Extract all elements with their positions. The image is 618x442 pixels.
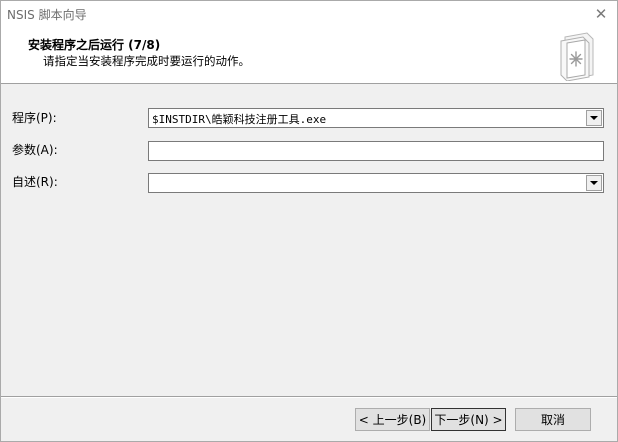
- chevron-down-icon[interactable]: [586, 110, 602, 126]
- program-label: 程序(P):: [12, 111, 57, 125]
- close-icon[interactable]: ✕: [591, 4, 611, 24]
- params-label: 参数(A):: [12, 143, 58, 157]
- window-title: NSIS 脚本向导: [7, 8, 87, 22]
- next-button[interactable]: 下一步(N) >: [431, 408, 506, 431]
- description-combobox[interactable]: [148, 173, 604, 193]
- program-combobox[interactable]: $INSTDIR\皓颖科技注册工具.exe: [148, 108, 604, 128]
- chevron-down-icon[interactable]: [586, 175, 602, 191]
- program-value: $INSTDIR\皓颖科技注册工具.exe: [152, 113, 327, 126]
- description-label: 自述(R):: [12, 175, 58, 189]
- document-stack-icon: [560, 32, 594, 81]
- footer-divider: [1, 396, 617, 398]
- title-bar[interactable]: NSIS 脚本向导 ✕: [1, 1, 617, 27]
- params-input[interactable]: [148, 141, 604, 161]
- wizard-header: 安装程序之后运行 (7/8) 请指定当安装程序完成时要运行的动作。: [1, 27, 617, 84]
- page-title: 安装程序之后运行 (7/8): [28, 38, 161, 52]
- cancel-button[interactable]: 取消: [515, 408, 591, 431]
- wizard-window: NSIS 脚本向导 ✕ 安装程序之后运行 (7/8) 请指定当安装程序完成时要运…: [0, 0, 618, 442]
- back-button[interactable]: < 上一步(B): [355, 408, 430, 431]
- page-subtitle: 请指定当安装程序完成时要运行的动作。: [43, 54, 250, 68]
